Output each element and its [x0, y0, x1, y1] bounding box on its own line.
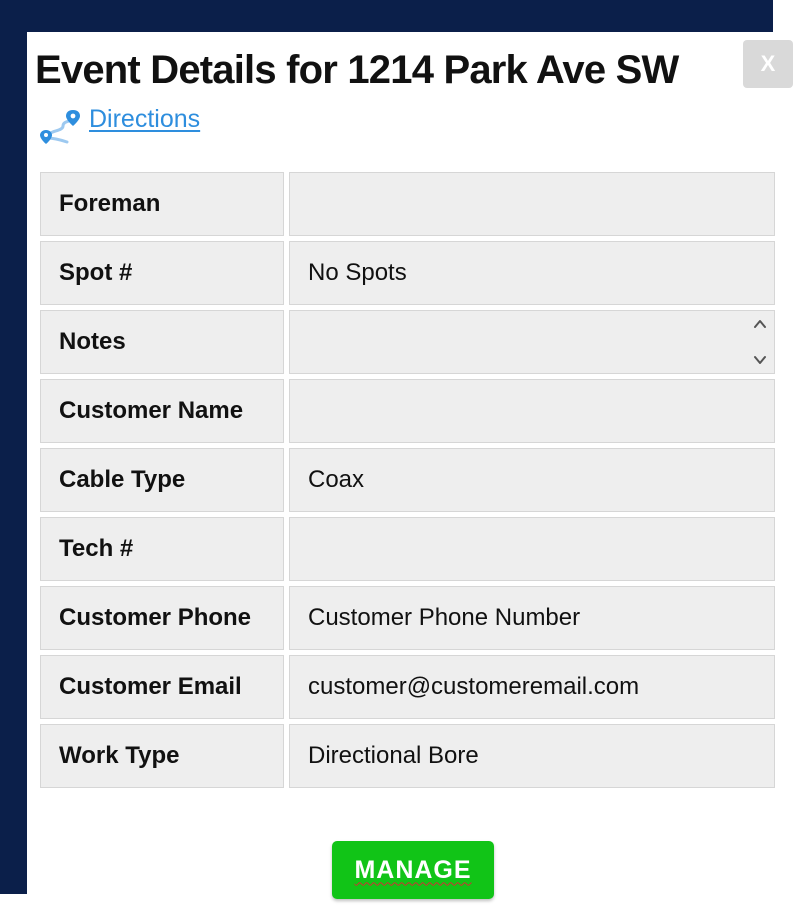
spot-value: No Spots	[289, 241, 775, 305]
dialog-title: Event Details for 1214 Park Ave SW	[35, 48, 679, 92]
tech-label: Tech #	[40, 517, 284, 581]
customer-phone-label: Customer Phone	[40, 586, 284, 650]
table-row: Notes	[40, 310, 775, 374]
manage-button-label: MANAGE	[354, 855, 472, 884]
close-button[interactable]: X	[743, 40, 793, 88]
work-type-label: Work Type	[40, 724, 284, 788]
spot-label: Spot #	[40, 241, 284, 305]
table-row: Work Type Directional Bore	[40, 724, 775, 788]
event-details-table: Foreman Spot # No Spots Notes Customer N…	[35, 167, 780, 793]
tech-value	[289, 517, 775, 581]
route-pin-icon	[39, 108, 83, 148]
table-row: Customer Email customer@customeremail.co…	[40, 655, 775, 719]
chevron-down-icon[interactable]	[752, 353, 768, 367]
table-row: Customer Phone Customer Phone Number	[40, 586, 775, 650]
table-row: Tech #	[40, 517, 775, 581]
table-row: Foreman	[40, 172, 775, 236]
table-row: Cable Type Coax	[40, 448, 775, 512]
notes-field[interactable]	[289, 310, 775, 374]
cable-type-value: Coax	[289, 448, 775, 512]
table-row: Customer Name	[40, 379, 775, 443]
customer-email-value: customer@customeremail.com	[289, 655, 775, 719]
notes-scrollbar[interactable]	[750, 311, 770, 373]
customer-name-value	[289, 379, 775, 443]
directions-link-row[interactable]: Directions	[39, 105, 200, 154]
customer-email-label: Customer Email	[40, 655, 284, 719]
work-type-value: Directional Bore	[289, 724, 775, 788]
table-row: Spot # No Spots	[40, 241, 775, 305]
cable-type-label: Cable Type	[40, 448, 284, 512]
chevron-up-icon[interactable]	[752, 317, 768, 331]
notes-label: Notes	[40, 310, 284, 374]
manage-button[interactable]: MANAGE	[332, 841, 494, 899]
foreman-value	[289, 172, 775, 236]
directions-link[interactable]: Directions	[89, 105, 200, 134]
customer-phone-value: Customer Phone Number	[289, 586, 775, 650]
event-details-dialog: Event Details for 1214 Park Ave SW X Dir…	[27, 32, 800, 914]
foreman-label: Foreman	[40, 172, 284, 236]
customer-name-label: Customer Name	[40, 379, 284, 443]
